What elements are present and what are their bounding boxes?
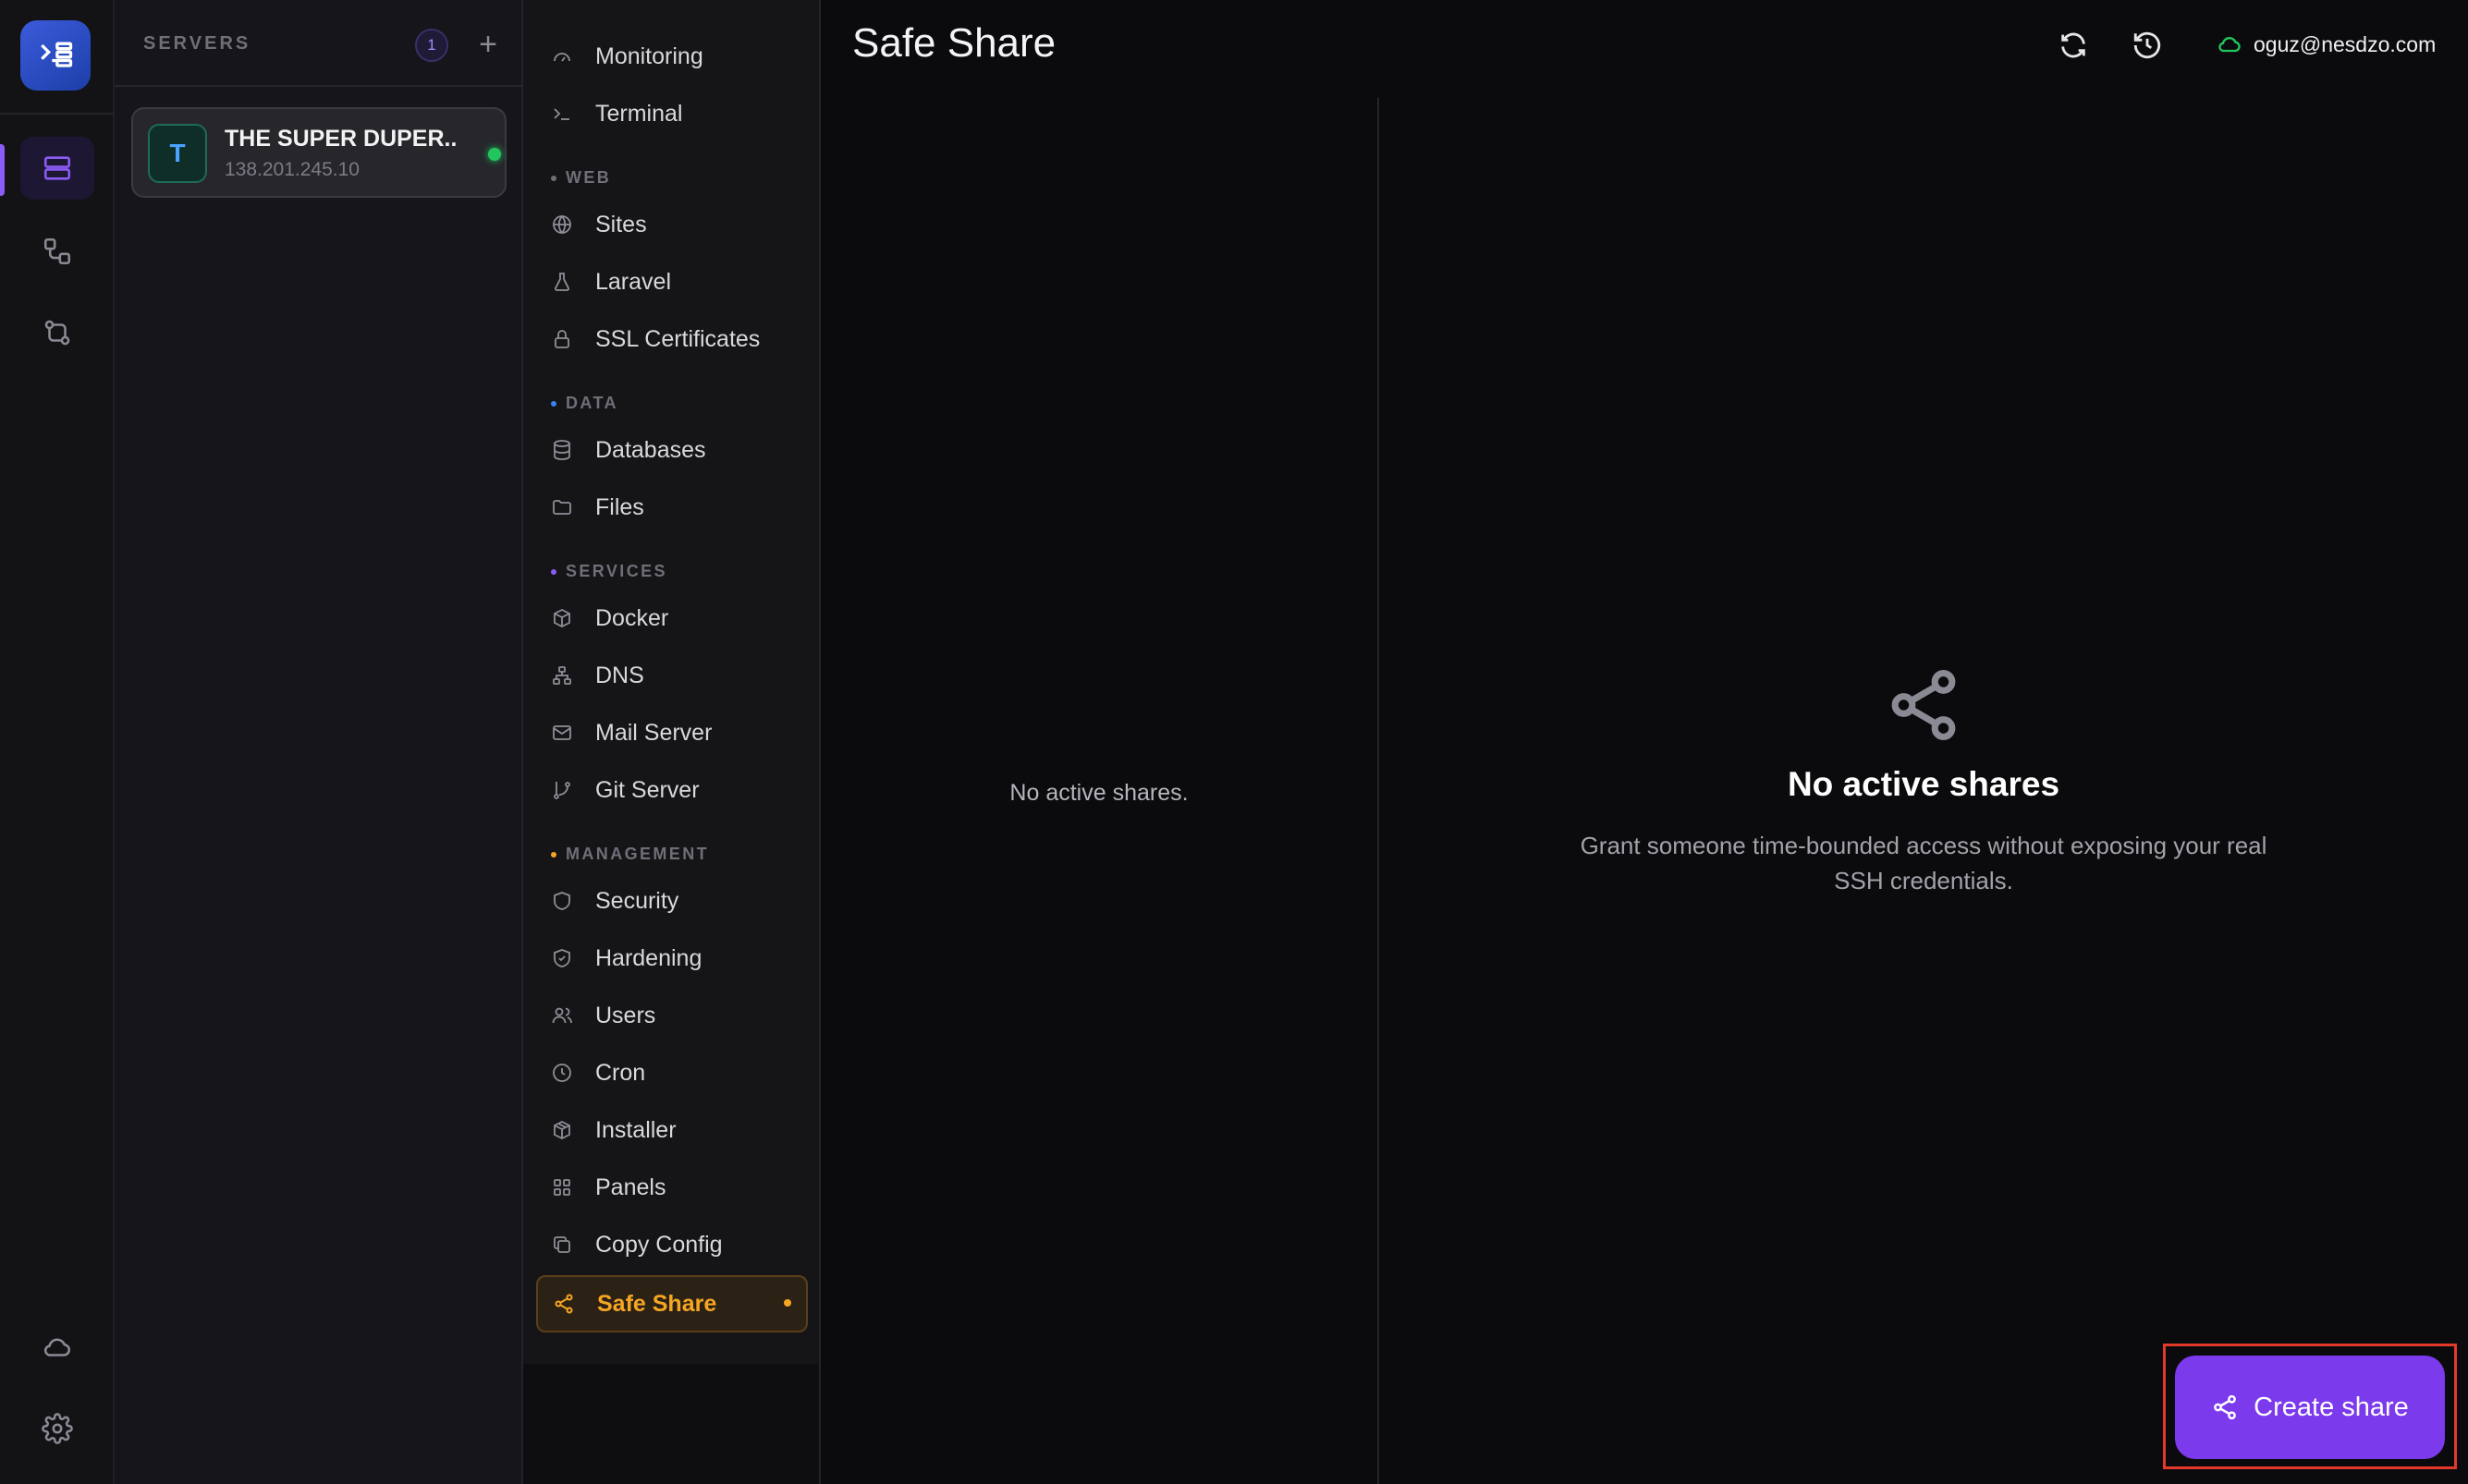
nav-footer bbox=[523, 1364, 821, 1484]
nav-item-mail-server[interactable]: Mail Server bbox=[536, 707, 808, 759]
main-content: Safe Share oguz@nesdzo.com No active sha… bbox=[821, 0, 2468, 1484]
nav-item-installer[interactable]: Installer bbox=[536, 1104, 808, 1156]
section-web: WEB bbox=[551, 168, 611, 188]
servers-panel: SERVERS 1 + T THE SUPER DUPER... 138.201… bbox=[115, 0, 523, 1484]
server-status-indicator bbox=[488, 148, 501, 161]
nav-label: Laravel bbox=[595, 268, 671, 295]
section-services: SERVICES bbox=[551, 562, 667, 581]
server-ip: 138.201.245.10 bbox=[225, 159, 360, 180]
nav-item-databases[interactable]: Databases bbox=[536, 424, 808, 476]
box-icon bbox=[549, 605, 575, 631]
share-icon bbox=[551, 1291, 577, 1317]
cloud-icon[interactable] bbox=[20, 1316, 94, 1379]
sync-icon[interactable] bbox=[20, 301, 94, 364]
servers-count-badge: 1 bbox=[415, 29, 448, 62]
gauge-icon bbox=[549, 43, 575, 69]
clock-icon bbox=[549, 1060, 575, 1086]
terminal-icon bbox=[549, 101, 575, 127]
nav-label: Monitoring bbox=[595, 43, 703, 69]
users-icon bbox=[549, 1003, 575, 1028]
nav-label: Hardening bbox=[595, 944, 703, 971]
empty-state-title: No active shares bbox=[1787, 765, 2060, 803]
servers-heading: SERVERS bbox=[143, 33, 251, 54]
nav-item-cron[interactable]: Cron bbox=[536, 1047, 808, 1099]
package-icon bbox=[549, 1117, 575, 1143]
servers-header: SERVERS 1 + bbox=[115, 0, 521, 87]
nav-item-copy-config[interactable]: Copy Config bbox=[536, 1219, 808, 1271]
shield-icon bbox=[549, 888, 575, 914]
server-nav: Monitoring Terminal WEB Sites Laravel SS… bbox=[523, 0, 821, 1364]
share-icon bbox=[2211, 1393, 2239, 1421]
refresh-icon[interactable] bbox=[2052, 24, 2095, 67]
nav-label: Users bbox=[595, 1002, 656, 1028]
lock-icon bbox=[549, 326, 575, 352]
add-server-button[interactable]: + bbox=[470, 24, 507, 65]
section-data: DATA bbox=[551, 394, 618, 413]
shield-check-icon bbox=[549, 945, 575, 971]
create-share-label: Create share bbox=[2254, 1392, 2409, 1422]
nav-label: Copy Config bbox=[595, 1231, 723, 1258]
nav-item-files[interactable]: Files bbox=[536, 481, 808, 533]
copy-icon bbox=[549, 1232, 575, 1258]
icon-rail bbox=[0, 0, 115, 1484]
nav-item-dns[interactable]: DNS bbox=[536, 650, 808, 701]
cloud-status-icon bbox=[2217, 31, 2242, 57]
gear-icon[interactable] bbox=[20, 1397, 94, 1460]
nav-item-terminal[interactable]: Terminal bbox=[536, 88, 808, 140]
nav-label: Safe Share bbox=[597, 1290, 717, 1317]
nav-label: SSL Certificates bbox=[595, 325, 761, 352]
server-card[interactable]: T THE SUPER DUPER... 138.201.245.10 bbox=[131, 107, 507, 198]
nav-item-laravel[interactable]: Laravel bbox=[536, 256, 808, 308]
nav-label: Terminal bbox=[595, 100, 683, 127]
account-indicator[interactable]: oguz@nesdzo.com bbox=[2217, 31, 2436, 57]
nav-item-docker[interactable]: Docker bbox=[536, 592, 808, 644]
nav-item-users[interactable]: Users bbox=[536, 990, 808, 1041]
empty-state-description: Grant someone time-bounded access withou… bbox=[1580, 832, 2267, 894]
nav-item-panels[interactable]: Panels bbox=[536, 1162, 808, 1213]
nav-item-safe-share[interactable]: Safe Share bbox=[536, 1275, 808, 1332]
server-name: THE SUPER DUPER... bbox=[225, 126, 456, 152]
nav-label: Security bbox=[595, 887, 679, 914]
flask-icon bbox=[549, 269, 575, 295]
grid-icon bbox=[549, 1174, 575, 1200]
nav-item-ssl-certificates[interactable]: SSL Certificates bbox=[536, 313, 808, 365]
nav-label: DNS bbox=[595, 662, 644, 688]
mail-icon bbox=[549, 720, 575, 746]
globe-icon bbox=[549, 212, 575, 237]
app-logo[interactable] bbox=[20, 20, 91, 91]
nav-label: Sites bbox=[595, 211, 647, 237]
create-share-button[interactable]: Create share bbox=[2175, 1356, 2445, 1459]
active-dot bbox=[784, 1299, 791, 1307]
nav-label: Panels bbox=[595, 1174, 666, 1200]
nav-label: Git Server bbox=[595, 776, 700, 803]
nav-label: Installer bbox=[595, 1116, 677, 1143]
folder-icon bbox=[549, 494, 575, 520]
share-icon bbox=[1884, 665, 1963, 745]
workflow-icon[interactable] bbox=[20, 220, 94, 283]
nav-item-sites[interactable]: Sites bbox=[536, 199, 808, 250]
nav-label: Docker bbox=[595, 604, 669, 631]
network-icon bbox=[549, 663, 575, 688]
create-share-highlight: Create share bbox=[2163, 1344, 2457, 1469]
history-icon[interactable] bbox=[2126, 24, 2169, 67]
database-icon bbox=[549, 437, 575, 463]
rail-active-indicator bbox=[0, 144, 5, 196]
servers-icon[interactable] bbox=[20, 137, 94, 200]
nav-label: Cron bbox=[595, 1059, 646, 1086]
nav-label: Mail Server bbox=[595, 719, 713, 746]
shares-list-empty: No active shares. bbox=[1009, 780, 1189, 806]
section-management: MANAGEMENT bbox=[551, 845, 709, 864]
nav-item-hardening[interactable]: Hardening bbox=[536, 932, 808, 984]
nav-label: Databases bbox=[595, 436, 706, 463]
empty-state: No active shares Grant someone time-boun… bbox=[1379, 665, 2468, 898]
nav-label: Files bbox=[595, 493, 644, 520]
server-avatar: T bbox=[148, 124, 207, 183]
account-email: oguz@nesdzo.com bbox=[2254, 31, 2437, 56]
nav-item-security[interactable]: Security bbox=[536, 875, 808, 927]
nav-item-git-server[interactable]: Git Server bbox=[536, 764, 808, 816]
page-title: Safe Share bbox=[852, 20, 1057, 66]
rail-divider bbox=[0, 113, 115, 115]
git-branch-icon bbox=[549, 777, 575, 803]
nav-item-monitoring[interactable]: Monitoring bbox=[536, 30, 808, 82]
